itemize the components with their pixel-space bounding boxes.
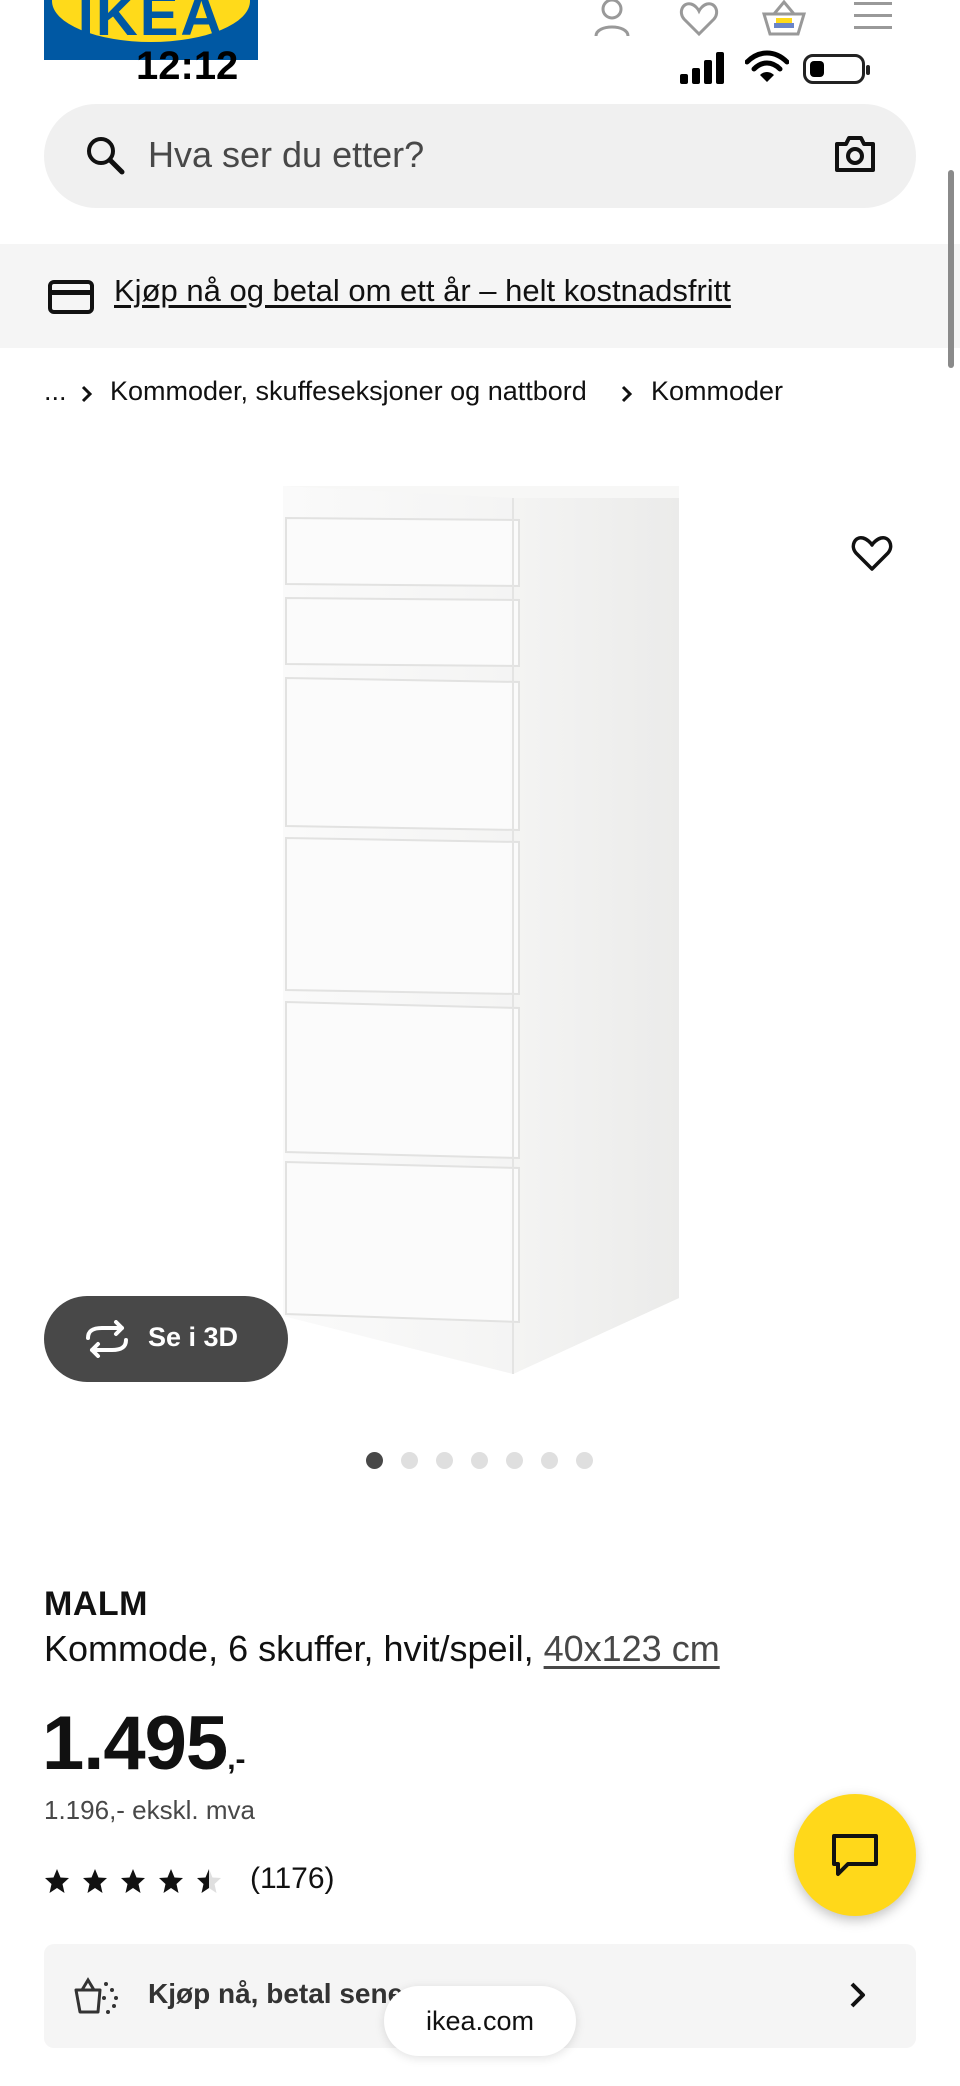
chevron-right-icon — [850, 1982, 865, 2008]
chat-button[interactable] — [794, 1794, 916, 1916]
buy-now-pay-later-label: Kjøp nå, betal sene — [148, 1978, 404, 2009]
carousel-dot[interactable] — [471, 1452, 488, 1469]
heart-icon[interactable] — [678, 0, 720, 40]
carousel-dot[interactable] — [401, 1452, 418, 1469]
browser-url-pill[interactable]: ikea.com — [384, 1986, 576, 2056]
payment-banner[interactable]: Kjøp nå og betal om ett år – helt kostna… — [0, 244, 960, 348]
product-image[interactable] — [283, 486, 679, 1374]
product-price: 1.495,- — [42, 1700, 246, 1787]
battery-icon — [803, 54, 870, 84]
cellular-signal-icon — [680, 52, 724, 84]
product-description: Kommode, 6 skuffer, hvit/speil, 40x123 c… — [44, 1628, 720, 1670]
carousel-dot[interactable] — [541, 1452, 558, 1469]
star-icon — [159, 1869, 183, 1893]
price-excluding-vat: 1.196,- ekskl. mva — [44, 1795, 255, 1825]
status-time: 12:12 — [136, 44, 239, 88]
star-icon — [121, 1869, 145, 1893]
product-description-text: Kommode, 6 skuffer, hvit/speil, — [44, 1628, 534, 1669]
carousel-dot[interactable] — [436, 1452, 453, 1469]
search-bar[interactable]: Hva ser du etter? — [44, 104, 916, 208]
payment-basket-icon — [74, 1977, 118, 2014]
rating-stars[interactable] — [44, 1866, 234, 1896]
view-in-3d-button[interactable]: Se i 3D — [44, 1296, 288, 1382]
banner-link[interactable]: Kjøp nå og betal om ett år – helt kostna… — [114, 273, 731, 309]
product-name: MALM — [44, 1585, 148, 1623]
product-size-link[interactable]: 40x123 cm — [544, 1628, 720, 1669]
browser-url: ikea.com — [425, 2006, 535, 2036]
star-icon — [197, 1869, 221, 1893]
add-to-favorites-heart-icon[interactable] — [850, 534, 894, 574]
carousel-dot[interactable] — [366, 1452, 383, 1469]
page-scrollbar[interactable] — [948, 170, 954, 368]
chevron-right-icon — [81, 385, 93, 403]
star-icon — [83, 1869, 107, 1893]
carousel-dot[interactable] — [576, 1452, 593, 1469]
carousel-dot[interactable] — [506, 1452, 523, 1469]
search-input[interactable]: Hva ser du etter? — [148, 134, 424, 176]
breadcrumb-item-subcategory[interactable]: Kommoder — [651, 376, 783, 407]
basket-icon[interactable] — [760, 0, 808, 40]
price-main: 1.495 — [42, 1701, 228, 1786]
breadcrumb-item-category[interactable]: Kommoder, skuffeseksjoner og nattbord — [110, 376, 587, 407]
chevron-right-icon — [621, 385, 633, 403]
image-carousel-indicator[interactable] — [366, 1452, 611, 1470]
chat-bubble-icon — [832, 1834, 878, 1876]
logo-text: IKEA — [77, 0, 225, 48]
view-in-3d-label: Se i 3D — [148, 1322, 239, 1352]
review-count[interactable]: (1176) — [250, 1862, 335, 1896]
camera-icon[interactable] — [834, 134, 876, 174]
star-icon — [45, 1869, 69, 1893]
menu-icon[interactable] — [854, 0, 892, 34]
rotate-3d-icon — [86, 1320, 128, 1358]
wifi-icon — [745, 50, 789, 82]
profile-icon[interactable] — [592, 0, 632, 40]
breadcrumb-ellipsis[interactable]: ... — [44, 376, 67, 407]
price-suffix: ,- — [227, 1743, 246, 1776]
search-icon — [87, 137, 125, 175]
credit-card-icon — [48, 280, 94, 314]
